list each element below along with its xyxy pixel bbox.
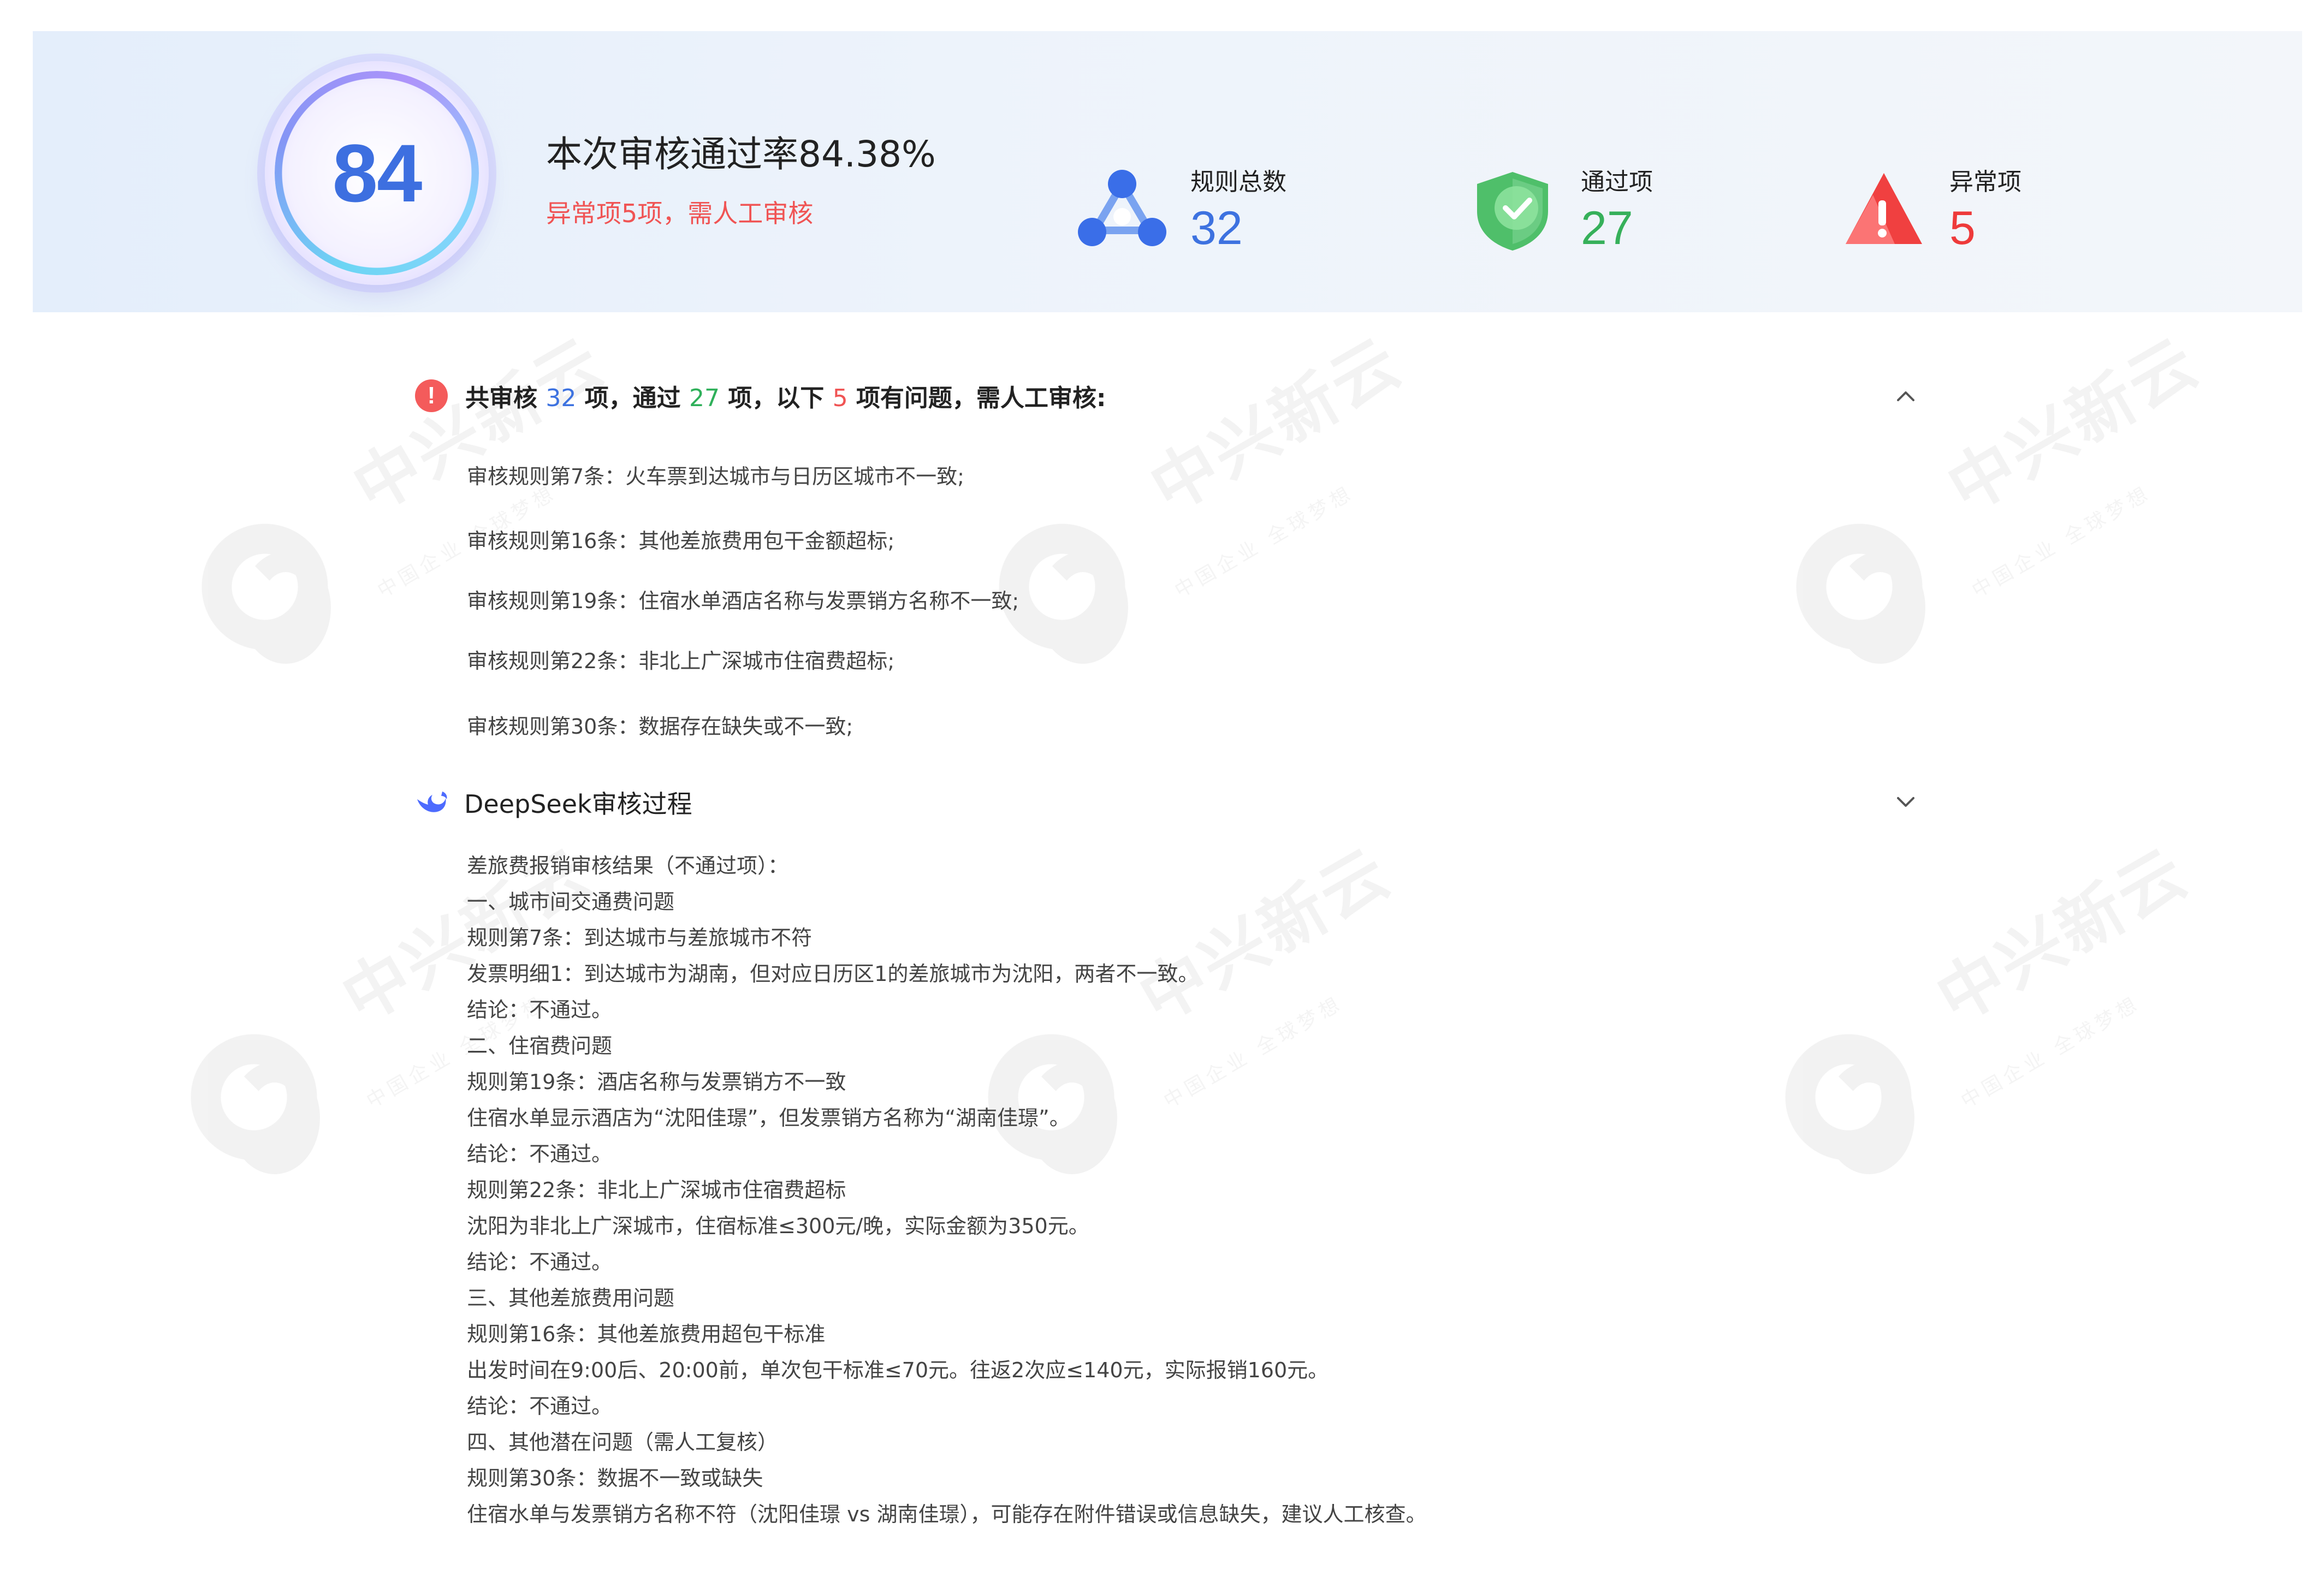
score-ring: 84 [265, 61, 489, 285]
watermark-slogan: 中国企业 全球梦想 [1968, 481, 2155, 603]
summary-issue-count: 5 [832, 384, 848, 412]
issue-rule-item: 审核规则第16条：其他差旅费用包干金额超标; [467, 529, 895, 553]
issue-rule-item: 审核规则第19条：住宿水单酒店名称与发票销方名称不一致; [467, 589, 1019, 613]
watermark-brand: 中兴新云 [1924, 834, 2201, 1038]
chevron-up-icon [1897, 391, 1914, 401]
process-line: 发票明细1：到达城市为湖南，但对应日历区1的差旅城市为沈阳，两者不一致。 [467, 962, 1199, 986]
watermark-logo-icon [180, 1024, 328, 1174]
watermark-slogan: 中国企业 全球梦想 [1957, 992, 2144, 1113]
process-line: 规则第7条：到达城市与差旅城市不符 [467, 926, 813, 950]
collapse-button[interactable] [1889, 379, 1922, 412]
watermark-logo-icon [191, 513, 339, 664]
process-section-header[interactable]: DeepSeek审核过程 [415, 781, 1922, 824]
process-line: 四、其他潜在问题（需人工复核） [467, 1430, 779, 1454]
process-line: 规则第19条：酒店名称与发票销方不一致 [467, 1070, 846, 1094]
process-line: 规则第16条：其他差旅费用超包干标准 [467, 1322, 826, 1346]
issue-rule-item: 审核规则第22条：非北上广深城市住宿费超标; [467, 649, 895, 673]
process-line: 住宿水单与发票销方名称不符（沈阳佳璟 vs 湖南佳璟），可能存在附件错误或信息缺… [467, 1502, 1427, 1526]
warning-triangle-icon [1846, 173, 1922, 244]
watermark: 中兴新云 中国企业 全球梦想 [1775, 834, 2266, 1182]
process-line: 一、城市间交通费问题 [467, 890, 675, 914]
watermark: 中兴新云 中国企业 全球梦想 [988, 324, 1480, 671]
stat-passed-label: 通过项 [1581, 168, 1653, 196]
watermark-logo-icon [1786, 513, 1933, 664]
process-line: 结论：不通过。 [467, 1142, 613, 1166]
watermark-logo-icon [1775, 1024, 1922, 1174]
alert-icon: ! [415, 379, 448, 412]
shield-check-icon [1477, 172, 1548, 251]
watermark-slogan: 中国企业 全球梦想 [1171, 481, 1358, 603]
expand-button[interactable] [1889, 786, 1922, 819]
process-line: 结论：不通过。 [467, 1394, 613, 1418]
process-line: 住宿水单显示酒店为“沈阳佳璟”，但发票销方名称为“湖南佳璟”。 [467, 1106, 1070, 1130]
watermark-brand: 中兴新云 [1935, 324, 2212, 527]
summary-text-part: 共审核 [465, 384, 546, 412]
process-title: DeepSeek审核过程 [464, 789, 692, 819]
process-line: 规则第30条：数据不一致或缺失 [467, 1466, 763, 1490]
summary-text-part: 项有问题，需人工审核: [847, 384, 1106, 412]
issues-summary: 共审核 32 项，通过 27 项，以下 5 项有问题，需人工审核: [465, 378, 1106, 413]
issue-rule-item: 审核规则第7条：火车票到达城市与日历区城市不一致; [467, 465, 964, 489]
process-line: 结论：不通过。 [467, 1250, 613, 1274]
stat-passed-value: 27 [1581, 202, 1633, 254]
watermark: 中兴新云 中国企业 全球梦想 [1786, 324, 2277, 671]
process-line: 出发时间在9:00后、20:00前，单次包干标准≤70元。往返2次应≤140元，… [467, 1358, 1329, 1382]
watermark-brand: 中兴新云 [1127, 834, 1404, 1038]
process-line: 结论：不通过。 [467, 998, 613, 1022]
pass-rate-title: 本次审核通过率84.38% [546, 133, 936, 175]
process-line: 沈阳为非北上广深城市，住宿标准≤300元/晚，实际金额为350元。 [467, 1214, 1089, 1238]
watermark-brand: 中兴新云 [1138, 324, 1415, 527]
watermark-slogan: 中国企业 全球梦想 [1160, 992, 1347, 1113]
score-value: 84 [332, 127, 423, 219]
process-line: 规则第22条：非北上广深城市住宿费超标 [467, 1178, 846, 1202]
issues-section-header[interactable]: ! 共审核 32 项，通过 27 项，以下 5 项有问题，需人工审核: [415, 374, 1922, 418]
summary-text-part: 项，以下 [719, 384, 833, 412]
stat-total-rules-value: 32 [1190, 202, 1243, 254]
summary-passed-count: 27 [689, 384, 720, 412]
summary-total-count: 32 [546, 384, 577, 412]
watermark-logo-icon [977, 1024, 1125, 1174]
pass-rate-subtitle: 异常项5项，需人工审核 [546, 199, 814, 228]
summary-text-part: 项，通过 [576, 384, 689, 412]
process-line: 二、住宿费问题 [467, 1034, 613, 1058]
stat-abnormal-label: 异常项 [1949, 168, 2021, 196]
deepseek-whale-icon [417, 792, 447, 812]
watermark-brand: 中兴新云 [341, 324, 618, 527]
stat-abnormal-value: 5 [1949, 202, 1976, 254]
audit-summary-header: 84 本次审核通过率84.38% 异常项5项，需人工审核 规则总数 32 通过项… [33, 31, 2302, 312]
network-nodes-icon [1078, 170, 1166, 246]
process-line: 差旅费报销审核结果（不通过项）： [467, 854, 789, 878]
issue-rule-item: 审核规则第30条：数据存在缺失或不一致; [467, 715, 853, 739]
chevron-down-icon [1897, 797, 1914, 807]
process-line: 三、其他差旅费用问题 [467, 1286, 675, 1310]
stat-total-rules-label: 规则总数 [1190, 168, 1286, 196]
